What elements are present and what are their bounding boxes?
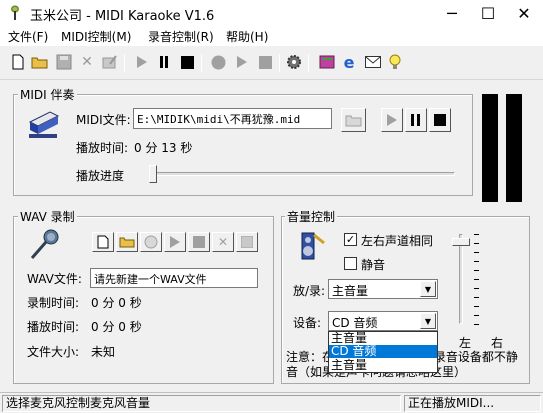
menu-midi-control[interactable]: MIDI控制(M) — [61, 28, 131, 45]
playrec-select[interactable]: 主音量 ▼ — [328, 279, 438, 299]
right-channel-label: 右 — [491, 336, 504, 350]
browse-folder-button[interactable] — [341, 108, 366, 132]
toolbar-separator — [279, 54, 280, 72]
midi-stop-button[interactable] — [429, 108, 451, 132]
rec-time-label: 录制时间: — [27, 296, 80, 310]
file-size-label: 文件大小: — [27, 345, 80, 359]
play-icon[interactable] — [233, 53, 251, 71]
stop-icon[interactable] — [256, 53, 274, 71]
wav-file-label: WAV文件: — [27, 272, 82, 286]
left-channel-label: 左 — [459, 336, 472, 350]
save-icon[interactable] — [55, 53, 73, 71]
minimize-button[interactable]: ─ — [434, 0, 470, 26]
toolbar-separator — [124, 54, 125, 72]
delete-icon[interactable]: ✕ — [78, 53, 96, 71]
toolbar-separator — [201, 54, 202, 72]
midi-keyboard-icon — [27, 108, 61, 142]
midi-progress-thumb[interactable] — [149, 165, 157, 183]
play-icon[interactable] — [133, 53, 151, 71]
open-folder-icon[interactable] — [31, 53, 49, 71]
volume-slider-track — [459, 234, 463, 324]
wav-play-button[interactable] — [164, 232, 186, 252]
app-icon — [8, 5, 22, 21]
midi-progress-track — [149, 172, 455, 176]
device-select-value: CD 音频 — [332, 316, 378, 330]
midi-pause-button[interactable] — [405, 108, 427, 132]
pause-icon[interactable] — [155, 53, 173, 71]
chevron-down-icon[interactable]: ▼ — [420, 281, 436, 297]
chevron-down-icon[interactable]: ▼ — [420, 313, 436, 329]
dropdown-option-selected[interactable]: CD 音频 — [329, 345, 437, 358]
midi-file-label: MIDI文件: — [76, 113, 131, 127]
play-time-value: 0 分 0 秒 — [91, 320, 142, 334]
microphone-icon — [27, 228, 61, 262]
toolbar-separator — [308, 54, 309, 72]
wav-stop-button[interactable] — [188, 232, 210, 252]
same-channel-label: 左右声道相同 — [361, 234, 434, 248]
dropdown-option[interactable]: 主音量 — [329, 358, 437, 372]
new-file-icon[interactable] — [9, 53, 27, 71]
wav-group-label: WAV 录制 — [18, 208, 77, 225]
book-icon[interactable] — [318, 53, 336, 71]
level-meter-left — [482, 94, 498, 202]
midi-group-label: MIDI 伴奏 — [18, 86, 77, 103]
wav-delete-button[interactable]: ✕ — [212, 232, 234, 252]
device-label: 设备: — [293, 316, 322, 330]
menu-bar: 文件(F) MIDI控制(M) 录音控制(R) 帮助(H) — [0, 26, 543, 46]
midi-time-label: 播放时间: — [76, 141, 129, 155]
internet-explorer-icon[interactable]: e — [340, 53, 358, 72]
volume-group-label: 音量控制 — [285, 208, 338, 225]
midi-play-button[interactable] — [381, 108, 403, 132]
speaker-volume-icon — [294, 229, 328, 263]
same-channel-checkbox[interactable]: ✓ — [344, 233, 357, 246]
status-playback: 正在播放MIDI... — [404, 395, 541, 412]
wav-file-field[interactable]: 请先新建一个WAV文件 — [90, 268, 258, 288]
wav-new-button[interactable] — [92, 232, 114, 252]
playrec-select-value: 主音量 — [332, 284, 369, 298]
midi-time-value: 0 分 13 秒 — [134, 141, 193, 155]
toolbar: ✕ e — [0, 46, 543, 80]
play-time-label: 播放时间: — [27, 320, 80, 334]
mail-icon[interactable] — [364, 53, 382, 71]
menu-file[interactable]: 文件(F) — [8, 28, 48, 45]
close-button[interactable]: ✕ — [506, 0, 542, 26]
stop-icon[interactable] — [178, 53, 196, 71]
menu-help[interactable]: 帮助(H) — [226, 28, 268, 45]
file-size-value: 未知 — [91, 345, 116, 359]
record-icon[interactable] — [209, 53, 227, 71]
rec-time-value: 0 分 0 秒 — [91, 296, 142, 310]
device-select[interactable]: CD 音频 ▼ — [328, 311, 438, 331]
midi-progress-label: 播放进度 — [76, 169, 125, 183]
wav-open-button[interactable] — [116, 232, 138, 252]
settings-icon[interactable] — [285, 53, 303, 71]
menu-record-control[interactable]: 录音控制(R) — [148, 28, 214, 45]
midi-file-field[interactable]: E:\MIDIK\midi\不再犹豫.mid — [133, 108, 332, 129]
title-bar: 玉米公司 - MIDI Karaoke V1.6 ─ ☐ ✕ — [0, 0, 543, 26]
status-bar: 选择麦克风控制麦克风音量 正在播放MIDI... — [0, 392, 543, 413]
level-meter-right — [506, 94, 522, 202]
status-message: 选择麦克风控制麦克风音量 — [2, 395, 401, 412]
mute-label: 静音 — [361, 258, 386, 272]
lightbulb-icon[interactable] — [386, 53, 404, 71]
volume-slider-thumb[interactable] — [452, 238, 470, 247]
window-title: 玉米公司 - MIDI Karaoke V1.6 — [30, 9, 215, 24]
wav-save-button[interactable] — [236, 232, 258, 252]
device-dropdown-list: 主音量 CD 音频 主音量 — [328, 331, 438, 373]
maximize-button[interactable]: ☐ — [470, 0, 506, 26]
playrec-label: 放/录: — [293, 284, 326, 298]
mute-checkbox[interactable] — [344, 257, 357, 270]
wav-record-button[interactable] — [140, 232, 162, 252]
volume-slider-ticks — [474, 234, 479, 326]
edit-icon[interactable] — [101, 53, 119, 71]
